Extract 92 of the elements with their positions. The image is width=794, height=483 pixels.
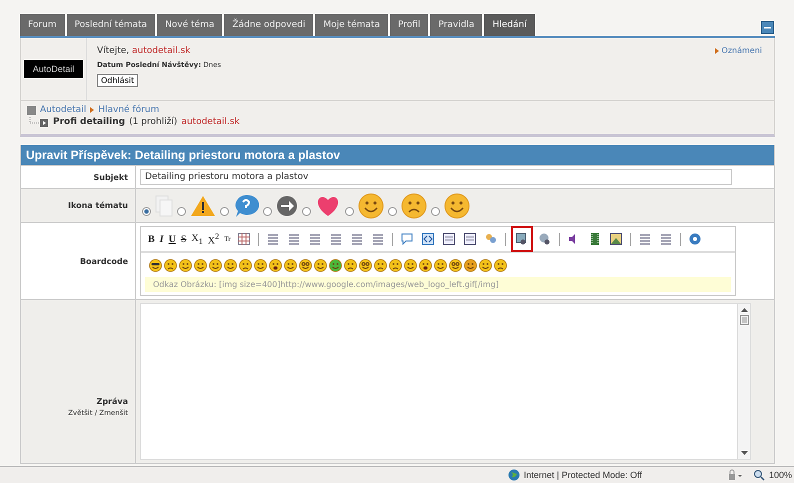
zoom-icon[interactable] [754, 470, 765, 480]
emoticon-icon[interactable] [344, 259, 357, 272]
emoticon-icon[interactable] [404, 259, 417, 272]
picture-icon[interactable] [610, 233, 622, 245]
window-icon[interactable] [464, 233, 476, 245]
film-icon[interactable] [588, 233, 601, 245]
user-link[interactable]: autodetail.sk [132, 46, 190, 56]
emoticon-icon[interactable] [299, 259, 312, 272]
emoticon-icon[interactable] [329, 259, 342, 272]
emoticon-icon[interactable] [314, 259, 327, 272]
nav-tab[interactable]: Nové téma [157, 14, 222, 36]
user-link[interactable]: autodetail.sk [181, 117, 240, 127]
format-button[interactable]: U [168, 234, 177, 244]
arrow-icon [90, 107, 94, 113]
nav-tab[interactable]: Žádne odpovedi [224, 14, 314, 36]
warning-icon [190, 194, 216, 216]
nav-tab[interactable]: Pravidla [430, 14, 482, 36]
nav-tab[interactable]: Moje témata [315, 14, 388, 36]
heart-icon [315, 194, 341, 216]
format-button[interactable]: S [180, 234, 188, 244]
arrow-icon [714, 48, 719, 54]
collapse-icon[interactable] [761, 21, 774, 34]
emoticon-icon[interactable] [479, 259, 492, 272]
emoticon-icon[interactable] [179, 259, 192, 272]
emoticon-icon[interactable] [194, 259, 207, 272]
emoticon-icon[interactable] [374, 259, 387, 272]
bubble-icon[interactable] [400, 233, 413, 245]
format-button[interactable]: I [158, 234, 165, 244]
radio-button[interactable] [142, 207, 151, 216]
radio-button[interactable] [388, 207, 397, 216]
emoticon-icon[interactable] [164, 259, 177, 272]
radio-button[interactable] [263, 207, 272, 216]
site-logo: AutoDetail [24, 60, 83, 78]
align-icon[interactable] [308, 233, 321, 245]
smiley-icon [358, 192, 384, 218]
align-icon[interactable] [350, 233, 363, 245]
emoticon-icon[interactable] [359, 259, 372, 272]
emoticon-icon[interactable] [464, 259, 477, 272]
emoticon-icon[interactable] [254, 259, 267, 272]
image-icon[interactable] [516, 233, 528, 245]
format-button[interactable]: X$_{1}$ [190, 232, 204, 246]
document-icon[interactable] [442, 233, 455, 245]
radio-button[interactable] [431, 207, 440, 216]
welcome-text: Vítejte, [97, 46, 130, 56]
radio-button[interactable] [345, 207, 354, 216]
page-icon [155, 194, 173, 216]
question-bubble-icon [233, 194, 259, 218]
nav-tab[interactable]: Forum [20, 14, 65, 36]
format-button[interactable]: B [147, 234, 156, 244]
emoticon-icon[interactable] [389, 259, 402, 272]
nav-tab[interactable]: Profil [390, 14, 428, 36]
forum-icon [27, 106, 36, 114]
form-title: Upravit Příspěvek: Detailing priestoru motora a plastov [21, 145, 774, 165]
emoticon-icon[interactable] [284, 259, 297, 272]
emoticon-icon[interactable] [239, 259, 252, 272]
radio-button[interactable] [177, 207, 186, 216]
emoticon-icon[interactable] [494, 259, 507, 272]
nav-tab[interactable]: Hledání [484, 14, 535, 36]
align-icon[interactable] [330, 233, 342, 245]
code-icon[interactable] [422, 233, 434, 245]
list-icon[interactable] [266, 233, 279, 245]
smiley-icon [401, 192, 427, 218]
logout-button[interactable]: Odhlásit [97, 74, 138, 87]
table-icon[interactable] [238, 233, 250, 245]
image-link-hint: Odkaz Obrázku: [img size=400]http://www.google.com/images/web_logo_left.gif[/img] [145, 277, 731, 292]
users-icon[interactable] [484, 233, 497, 245]
tree-branch-icon [29, 117, 49, 127]
viewer-count: (1 prohliží) [129, 117, 178, 127]
format-button[interactable]: X$^{2}$ [206, 232, 220, 246]
emoticon-icon[interactable] [434, 259, 447, 272]
radio-button[interactable] [220, 207, 229, 216]
topic-title: Profi detailing [53, 117, 126, 127]
emoticon-icon[interactable] [449, 259, 462, 272]
help-icon[interactable] [688, 233, 701, 245]
emoticon-icon[interactable] [209, 259, 222, 272]
breadcrumb-link[interactable]: Autodetail [40, 105, 86, 115]
field-label: Zpráva [96, 396, 128, 406]
list-icon[interactable] [288, 233, 300, 245]
emoticon-icon[interactable] [149, 259, 162, 272]
security-zone-text: Internet | Protected Mode: Off [524, 470, 642, 480]
subject-field[interactable]: Detailing priestoru motora a plastov [140, 169, 732, 185]
nav-tab[interactable]: Poslední témata [66, 14, 156, 36]
emoticon-icon[interactable] [419, 259, 432, 272]
emoticon-icon[interactable] [224, 259, 237, 272]
arrow-circle-icon [276, 194, 298, 216]
smiley-icon [444, 192, 470, 218]
radio-button[interactable] [302, 207, 311, 216]
align-icon[interactable] [372, 233, 384, 245]
breadcrumb-link[interactable]: Hlavné fórum [98, 105, 160, 115]
zoom-level[interactable]: 100% [768, 470, 792, 480]
emoticon-icon[interactable] [269, 259, 282, 272]
notices-link[interactable]: Oznámeni [722, 46, 762, 55]
